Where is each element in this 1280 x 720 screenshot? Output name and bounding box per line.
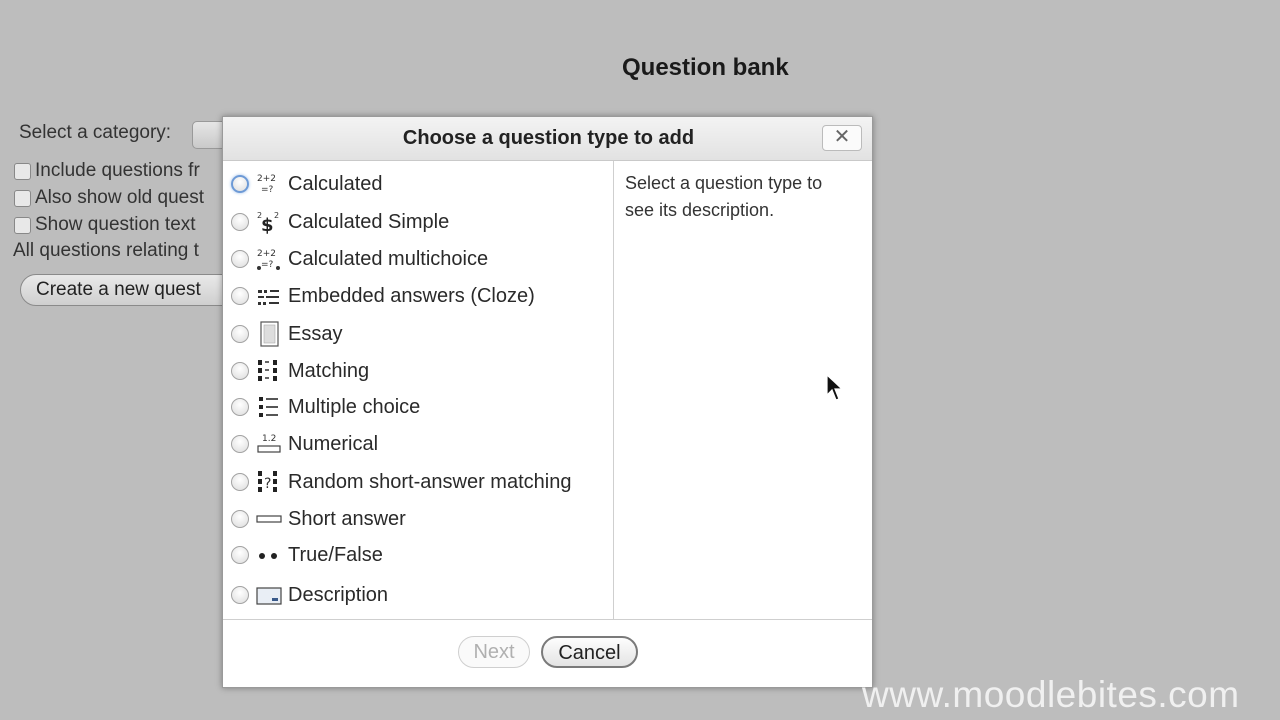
svg-text:1.2: 1.2 [262, 434, 276, 444]
calculated-icon: 2+2 =? [257, 174, 276, 195]
radio-essay[interactable] [231, 325, 249, 343]
qtype-label: Short answer [288, 507, 406, 530]
show-old-questions-label: Also show old quest [35, 187, 204, 208]
svg-text:2+2: 2+2 [257, 249, 276, 259]
include-subcategories-checkbox[interactable] [14, 162, 31, 180]
qtype-numerical[interactable]: 1.2 Numerical [231, 429, 378, 459]
include-subcategories-label: Include questions fr [35, 160, 200, 181]
qtype-calculated-simple[interactable]: 2 2 $ Calculated Simple [231, 207, 449, 237]
qtype-true-false[interactable]: True/False [231, 540, 383, 570]
true-false-icon [259, 553, 277, 559]
svg-text:?: ? [264, 476, 271, 492]
qtype-matching[interactable]: Matching [231, 356, 369, 386]
cancel-button[interactable]: Cancel [541, 636, 638, 668]
qtype-essay[interactable]: Essay [231, 319, 342, 349]
radio-cloze[interactable] [231, 287, 249, 305]
qtype-label: Random short-answer matching [288, 470, 572, 493]
qtype-label: Matching [288, 359, 370, 382]
qtype-label: Essay [288, 322, 343, 345]
svg-text:2: 2 [274, 211, 279, 220]
qtype-label: Embedded answers (Cloze) [288, 284, 535, 307]
radio-multiple-choice[interactable] [231, 398, 249, 416]
cloze-icon [258, 290, 279, 305]
multiple-choice-icon [259, 397, 278, 417]
select-category-label: Select a category: [19, 122, 172, 143]
qtype-multiple-choice[interactable]: Multiple choice [231, 392, 420, 422]
qtype-description[interactable]: Description [231, 580, 388, 610]
show-question-text-label: Show question text [35, 214, 196, 235]
qtype-calculated-multichoice[interactable]: 2+2 =? Calculated multichoice [231, 244, 488, 274]
radio-matching[interactable] [231, 362, 249, 380]
qtype-label: Calculated multichoice [288, 247, 489, 270]
qtype-label: Calculated Simple [288, 210, 450, 233]
radio-calculated[interactable] [231, 175, 249, 193]
radio-random-matching[interactable] [231, 473, 249, 491]
next-button[interactable]: Next [458, 636, 530, 668]
qtype-calculated[interactable]: 2+2 =? Calculated [231, 169, 383, 199]
matching-icon [258, 360, 277, 381]
radio-calculated-simple[interactable] [231, 213, 249, 231]
page-title: Question bank [622, 54, 789, 81]
show-question-text-checkbox[interactable] [14, 216, 31, 234]
create-new-question-button[interactable]: Create a new quest [20, 274, 250, 306]
radio-short-answer[interactable] [231, 510, 249, 528]
dialog-footer-divider [223, 619, 872, 620]
show-old-questions-option[interactable]: Also show old quest [14, 187, 204, 209]
all-questions-text: All questions relating t [13, 240, 199, 261]
close-icon[interactable]: ✕ [822, 125, 862, 151]
choose-question-type-dialog: Choose a question type to add ✕ 2+2 =? C… [222, 116, 873, 688]
dialog-header: Choose a question type to add ✕ [223, 117, 872, 161]
mouse-cursor-icon [826, 374, 844, 401]
svg-text:=?: =? [261, 185, 274, 195]
dialog-title: Choose a question type to add [402, 127, 695, 149]
qtype-label: True/False [288, 543, 383, 566]
radio-numerical[interactable] [231, 435, 249, 453]
qtype-label: Description [288, 583, 389, 606]
qtype-label: Numerical [288, 432, 379, 455]
essay-icon [260, 321, 279, 347]
numerical-icon: 1.2 [257, 434, 281, 453]
description-icon [256, 587, 282, 605]
radio-description[interactable] [231, 586, 249, 604]
short-answer-icon [256, 515, 282, 523]
show-old-questions-checkbox[interactable] [14, 189, 31, 207]
svg-text:2+2: 2+2 [257, 174, 276, 184]
watermark: www.moodlebites.com [862, 674, 1240, 715]
qtype-short-answer[interactable]: Short answer [231, 504, 406, 534]
question-type-description: Select a question type to see its descri… [625, 173, 823, 220]
question-type-list: 2+2 =? Calculated 2 2 $ Calculated Simpl… [223, 161, 614, 620]
svg-text:$: $ [261, 215, 274, 235]
calculated-multichoice-icon: 2+2 =? [257, 249, 280, 270]
radio-calculated-multichoice[interactable] [231, 250, 249, 268]
include-subcategories-option[interactable]: Include questions fr [14, 160, 200, 182]
qtype-cloze[interactable]: Embedded answers (Cloze) [231, 281, 535, 311]
svg-text:=?: =? [261, 260, 274, 270]
radio-true-false[interactable] [231, 546, 249, 564]
random-matching-icon: ? [258, 471, 277, 492]
qtype-random-matching[interactable]: ? Random short-answer matching [231, 467, 571, 497]
qtype-label: Calculated [288, 172, 383, 195]
calculated-simple-icon: 2 2 $ [257, 211, 279, 235]
qtype-label: Multiple choice [288, 395, 421, 418]
show-question-text-option[interactable]: Show question text [14, 214, 196, 236]
